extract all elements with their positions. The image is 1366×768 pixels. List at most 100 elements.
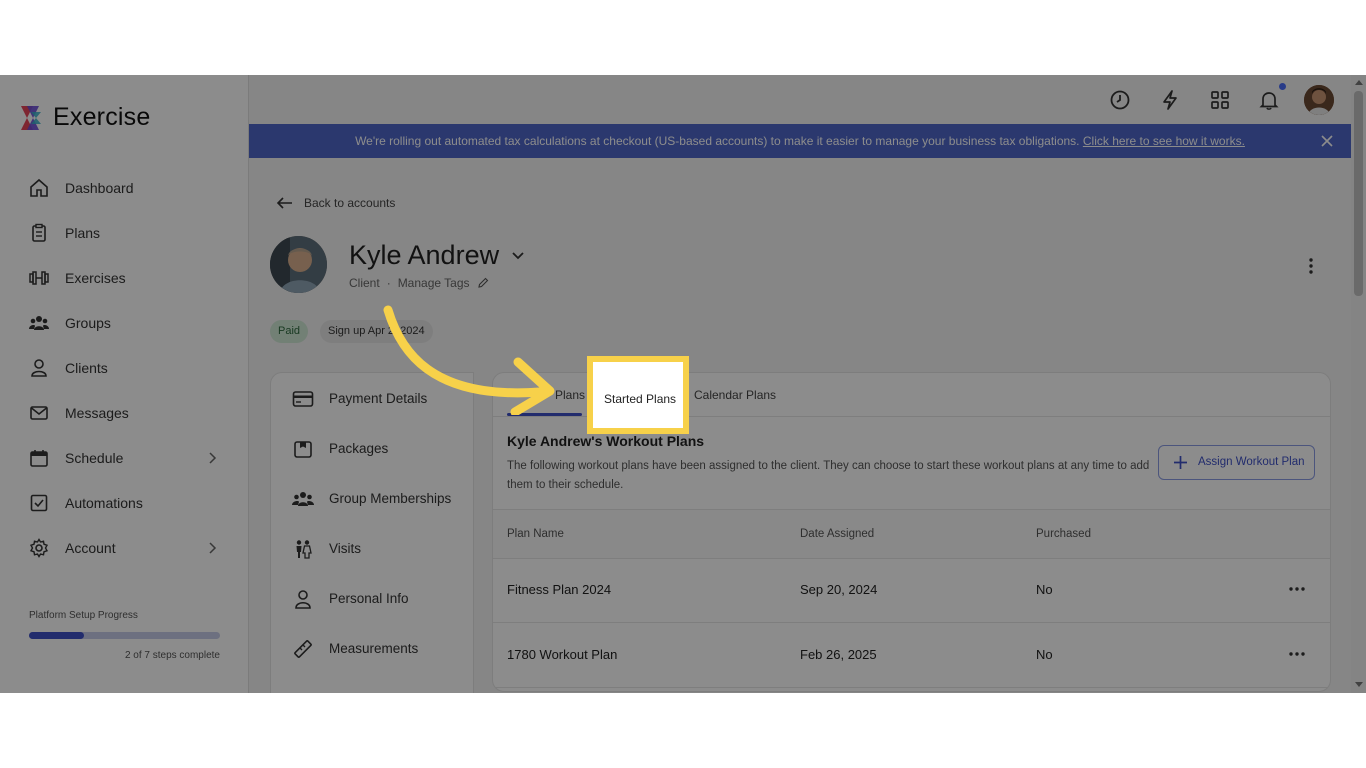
sidebar-item-label: Schedule [65, 450, 124, 466]
menu-item-payment-details[interactable]: Payment Details [271, 379, 473, 419]
logo-icon [21, 105, 41, 130]
menu-item-label: Packages [329, 441, 389, 456]
sidebar-item-account[interactable]: Account [0, 530, 248, 566]
banner-message: We're rolling out automated tax calculat… [249, 134, 1351, 148]
menu-item-packages[interactable]: Packages [271, 429, 473, 469]
menu-item-label: Personal Info [329, 591, 409, 606]
package-icon [294, 441, 312, 458]
manage-tags-link[interactable]: Manage Tags [398, 276, 470, 290]
arrow-left-icon [276, 197, 292, 209]
mail-icon [30, 406, 48, 420]
section-title: Kyle Andrew's Workout Plans [507, 433, 705, 449]
sidebar-item-messages[interactable]: Messages [0, 395, 248, 431]
logo[interactable]: Exercise [17, 103, 150, 132]
pencil-icon[interactable] [477, 277, 489, 289]
purchased: No [1036, 647, 1053, 662]
page-scrollbar[interactable] [1351, 75, 1366, 693]
user-icon [295, 590, 311, 609]
sidebar-item-label: Account [65, 540, 116, 556]
sidebar-item-groups[interactable]: Groups [0, 305, 248, 341]
sidebar-item-label: Clients [65, 360, 108, 376]
client-photo [270, 236, 327, 293]
assign-workout-plan-button[interactable]: Assign Workout Plan [1158, 445, 1315, 480]
signup-date-badge: Sign up Apr 2, 2024 [320, 320, 433, 343]
sidebar-item-label: Dashboard [65, 180, 134, 196]
client-avatar [270, 236, 327, 293]
user-icon [31, 359, 47, 377]
menu-item-group-memberships[interactable]: Group Memberships [271, 479, 473, 519]
sidebar-item-automations[interactable]: Automations [0, 485, 248, 521]
sidebar-item-label: Exercises [65, 270, 126, 286]
gear-icon [29, 538, 49, 558]
menu-item-personal-info[interactable]: Personal Info [271, 579, 473, 619]
ruler-icon [294, 640, 312, 658]
table-header: Plan Name Date Assigned Purchased [493, 509, 1330, 559]
scrollbar-thumb[interactable] [1354, 91, 1363, 296]
menu-item-label: Group Memberships [329, 491, 452, 506]
visits-icon [296, 540, 312, 559]
sidebar-item-clients[interactable]: Clients [0, 350, 248, 386]
dumbbell-icon [29, 271, 49, 285]
history-icon[interactable] [1109, 89, 1131, 111]
close-icon[interactable] [1320, 134, 1334, 148]
groups-icon [29, 316, 49, 330]
top-bar [249, 75, 1351, 124]
scroll-down-arrow[interactable] [1355, 682, 1363, 687]
purchased: No [1036, 582, 1053, 597]
back-to-accounts-link[interactable]: Back to accounts [276, 196, 395, 210]
date-assigned: Sep 20, 2024 [800, 582, 878, 597]
menu-item-visits[interactable]: Visits [271, 529, 473, 569]
back-label: Back to accounts [304, 196, 396, 210]
table-row[interactable]: Fitness Plan 2024 Sep 20, 2024 No [493, 558, 1330, 623]
more-options-icon[interactable] [1288, 582, 1306, 596]
banner-text: We're rolling out automated tax calculat… [355, 134, 1083, 148]
setup-progress-bar [29, 632, 220, 639]
highlighted-started-plans-tab[interactable]: Started Plans [587, 356, 689, 434]
setup-progress-steps: 2 of 7 steps complete [124, 650, 220, 661]
credit-card-icon [292, 391, 314, 407]
plus-icon [1174, 456, 1187, 469]
more-options-icon[interactable] [1288, 647, 1306, 661]
separator-dot: · [386, 276, 391, 290]
chevron-right-icon[interactable] [206, 541, 218, 555]
status-badge-paid: Paid [270, 320, 309, 343]
sidebar-item-plans[interactable]: Plans [0, 215, 248, 251]
plan-name: Fitness Plan 2024 [507, 582, 612, 597]
table-row[interactable]: 1780 Workout Plan Feb 26, 2025 No [493, 623, 1330, 688]
sidebar-item-schedule[interactable]: Schedule [0, 440, 248, 476]
scroll-up-arrow[interactable] [1355, 80, 1363, 85]
highlighted-tab-label: Started Plans [604, 392, 677, 406]
date-assigned: Feb 26, 2025 [800, 647, 877, 662]
more-options-icon[interactable] [1305, 257, 1317, 275]
menu-item-label: Visits [329, 541, 362, 556]
calendar-icon [30, 450, 48, 467]
checkbox-icon [30, 494, 48, 512]
user-avatar-image [1304, 85, 1334, 115]
banner-link[interactable]: Click here to see how it works. [1083, 134, 1245, 148]
menu-item-measurements[interactable]: Measurements [271, 629, 473, 669]
user-avatar[interactable] [1304, 85, 1334, 115]
tab-assigned-plans[interactable]: Plans [555, 388, 585, 402]
lightning-icon[interactable] [1159, 89, 1181, 111]
sidebar: Exercise Dashboard Plans Exercises Group… [0, 75, 249, 693]
column-header: Date Assigned [800, 528, 875, 540]
sidebar-item-label: Messages [65, 405, 129, 421]
apps-grid-icon[interactable] [1209, 89, 1231, 111]
sidebar-item-dashboard[interactable]: Dashboard [0, 170, 248, 206]
notification-dot [1279, 83, 1286, 90]
app-name: Exercise [53, 103, 151, 131]
tab-calendar-plans[interactable]: Calendar Plans [694, 388, 776, 402]
sidebar-item-label: Groups [65, 315, 111, 331]
column-header: Purchased [1036, 528, 1091, 540]
chevron-right-icon[interactable] [206, 451, 218, 465]
setup-progress-label: Platform Setup Progress [29, 610, 138, 621]
setup-progress-fill [29, 632, 84, 639]
client-subtitle: Client · Manage Tags [349, 276, 489, 290]
assign-workout-plan-label: Assign Workout Plan [1198, 456, 1305, 468]
chevron-down-icon[interactable] [511, 249, 525, 263]
sidebar-item-exercises[interactable]: Exercises [0, 260, 248, 296]
client-role: Client [349, 276, 380, 290]
groups-icon [292, 492, 314, 506]
bell-icon[interactable] [1258, 89, 1280, 111]
client-name: Kyle Andrew [349, 240, 500, 270]
